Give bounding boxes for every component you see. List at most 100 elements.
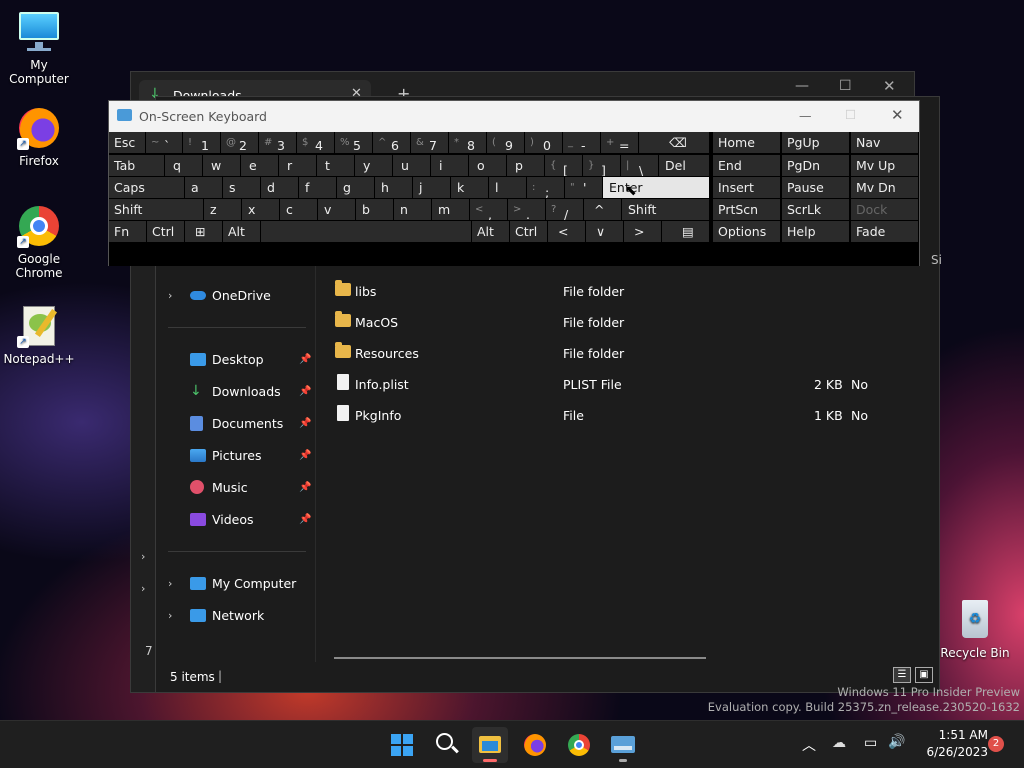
key-tilde[interactable]: ~ ` (146, 132, 182, 153)
nav-item-desktop[interactable]: Desktop 📌 (156, 345, 316, 373)
key-equals[interactable]: + = (601, 132, 638, 153)
desktop-icon-recycle-bin[interactable]: ♻ Recycle Bin (937, 598, 1013, 660)
key-alt-right[interactable]: Alt (472, 221, 509, 242)
key-help[interactable]: Help (782, 221, 849, 242)
file-row[interactable]: Info.plist PLIST File 2 KB No (331, 370, 911, 398)
key-tab[interactable]: Tab (109, 155, 164, 176)
taskbar-chrome[interactable] (561, 727, 597, 763)
key-dock[interactable]: Dock (851, 199, 918, 220)
file-row[interactable]: Resources File folder (331, 339, 911, 367)
pin-icon[interactable]: 📌 (299, 514, 311, 525)
key-3[interactable]: #3 (259, 132, 296, 153)
taskbar-firefox[interactable] (517, 727, 553, 763)
key-0[interactable]: ) 0 (525, 132, 562, 153)
key-menu[interactable]: ▤ (662, 221, 709, 242)
key-right-arrow[interactable]: > (624, 221, 661, 242)
key-1[interactable]: ! 1 (183, 132, 220, 153)
nav-chevron-icon[interactable]: › (141, 582, 145, 595)
pin-icon[interactable]: 📌 (299, 450, 311, 461)
key-comma[interactable]: <, (470, 199, 507, 220)
key-up-arrow[interactable]: ^ (584, 199, 621, 220)
desktop-icon-firefox[interactable]: ↗ Firefox (1, 106, 77, 168)
key-space[interactable] (261, 221, 471, 242)
key-h[interactable]: h (375, 177, 412, 198)
key-minus[interactable]: _ - (563, 132, 600, 153)
key-end[interactable]: End (713, 155, 780, 176)
onedrive-tray-icon[interactable]: ☁ (832, 735, 846, 751)
key-pause[interactable]: Pause (782, 177, 849, 198)
minimize-button[interactable]: — (799, 108, 812, 123)
key-a[interactable]: a (185, 177, 222, 198)
key-scrlk[interactable]: ScrLk (782, 199, 849, 220)
key-period[interactable]: >. (508, 199, 545, 220)
key-slash[interactable]: ? / (546, 199, 583, 220)
key-fn[interactable]: Fn (109, 221, 146, 242)
key-i[interactable]: i (431, 155, 468, 176)
key-5[interactable]: % 5 (335, 132, 372, 153)
key-f[interactable]: f (299, 177, 336, 198)
key-alt-left[interactable]: Alt (223, 221, 260, 242)
key-insert[interactable]: Insert (713, 177, 780, 198)
search-button[interactable] (429, 727, 465, 763)
nav-item-pictures[interactable]: Pictures 📌 (156, 441, 316, 469)
key-v[interactable]: v (318, 199, 355, 220)
key-x[interactable]: x (242, 199, 279, 220)
key-backspace[interactable]: ⌫ (639, 132, 709, 153)
nav-chevron-icon[interactable]: › (141, 550, 145, 563)
key-ctrl-left[interactable]: Ctrl (147, 221, 184, 242)
pin-icon[interactable]: 📌 (299, 482, 311, 493)
file-row[interactable]: PkgInfo File 1 KB No (331, 401, 911, 429)
key-fade[interactable]: Fade (851, 221, 918, 242)
nav-item-network[interactable]: › Network (156, 601, 316, 629)
key-q[interactable]: q (165, 155, 202, 176)
key-7[interactable]: & 7 (411, 132, 448, 153)
key-6[interactable]: ^ 6 (373, 132, 410, 153)
key-j[interactable]: j (413, 177, 450, 198)
nav-item-music[interactable]: Music 📌 (156, 473, 316, 501)
key-del[interactable]: Del (659, 155, 709, 176)
nav-item-my-computer[interactable]: › My Computer (156, 569, 316, 597)
nav-item-downloads[interactable]: ↓ Downloads 📌 (156, 377, 316, 405)
pin-icon[interactable]: 📌 (299, 386, 311, 397)
taskbar-on-screen-keyboard[interactable] (605, 727, 641, 763)
notification-badge[interactable]: 2 (988, 736, 1004, 752)
key-u[interactable]: u (393, 155, 430, 176)
chevron-right-icon[interactable]: › (168, 609, 172, 622)
key-semicolon[interactable]: :; (527, 177, 564, 198)
key-4[interactable]: $4 (297, 132, 334, 153)
key-home[interactable]: Home (713, 132, 780, 153)
key-n[interactable]: n (394, 199, 431, 220)
key-s[interactable]: s (223, 177, 260, 198)
start-button[interactable] (384, 727, 420, 763)
key-prtscn[interactable]: PrtScn (713, 199, 780, 220)
key-2[interactable]: @2 (221, 132, 258, 153)
key-9[interactable]: (9 (487, 132, 524, 153)
nav-item-onedrive[interactable]: › OneDrive (156, 281, 316, 309)
minimize-button[interactable]: — (795, 78, 809, 94)
desktop-icon-chrome[interactable]: ↗ Google Chrome (1, 204, 77, 280)
pin-icon[interactable]: 📌 (299, 418, 311, 429)
desktop-icon-notepadpp[interactable]: ↗ Notepad++ (1, 304, 77, 366)
key-d[interactable]: d (261, 177, 298, 198)
maximize-button[interactable]: ☐ (839, 78, 852, 94)
volume-tray-icon[interactable]: 🔊 (888, 734, 905, 750)
network-tray-icon[interactable]: ▭ (864, 735, 877, 751)
key-mv-up[interactable]: Mv Up (851, 155, 918, 176)
file-row[interactable]: MacOS File folder (331, 308, 911, 336)
key-backslash[interactable]: | \ (621, 155, 658, 176)
key-y[interactable]: y (355, 155, 392, 176)
key-m[interactable]: m (432, 199, 469, 220)
key-shift-left[interactable]: Shift (109, 199, 203, 220)
file-row[interactable]: libs File folder (331, 277, 911, 305)
key-left-bracket[interactable]: {[ (545, 155, 582, 176)
key-ctrl-right[interactable]: Ctrl (510, 221, 547, 242)
key-pgup[interactable]: PgUp (782, 132, 849, 153)
details-view-button[interactable]: ☰ (893, 667, 911, 683)
key-b[interactable]: b (356, 199, 393, 220)
key-w[interactable]: w (203, 155, 240, 176)
key-l[interactable]: l (489, 177, 526, 198)
chevron-right-icon[interactable]: › (168, 289, 172, 302)
key-z[interactable]: z (204, 199, 241, 220)
key-left-arrow[interactable]: < (548, 221, 585, 242)
key-g[interactable]: g (337, 177, 374, 198)
